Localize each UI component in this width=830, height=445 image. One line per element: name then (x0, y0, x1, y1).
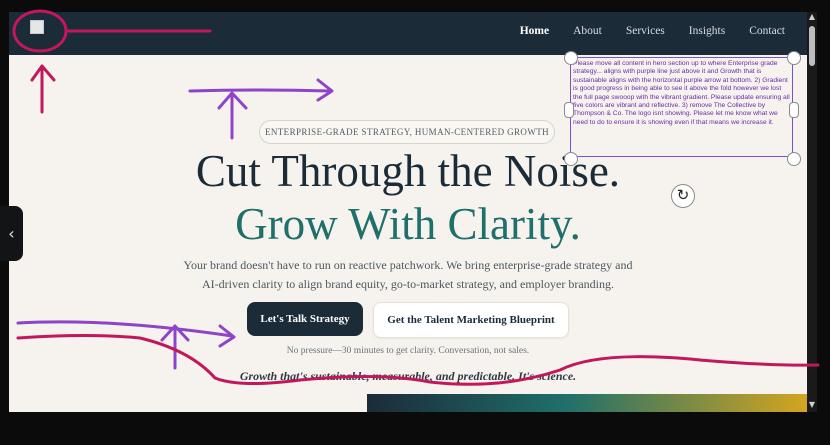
resize-handle-bl[interactable] (564, 152, 578, 166)
resize-handle-tl[interactable] (564, 51, 578, 65)
red-swoop-bottom (16, 334, 820, 386)
purple-up-arrow-top (217, 91, 248, 140)
resize-handle-ml[interactable] (564, 102, 574, 118)
purple-line-top (188, 78, 334, 102)
red-up-arrow (30, 64, 56, 114)
resize-handle-mr[interactable] (789, 102, 799, 118)
rotate-icon[interactable]: ↻ (671, 184, 695, 208)
red-circle-around-logo (12, 9, 68, 53)
purple-arrow-bottom (16, 320, 236, 348)
annotation-note[interactable]: Please move all content in hero section … (570, 57, 793, 157)
resize-handle-br[interactable] (787, 152, 801, 166)
resize-handle-tr[interactable] (787, 51, 801, 65)
